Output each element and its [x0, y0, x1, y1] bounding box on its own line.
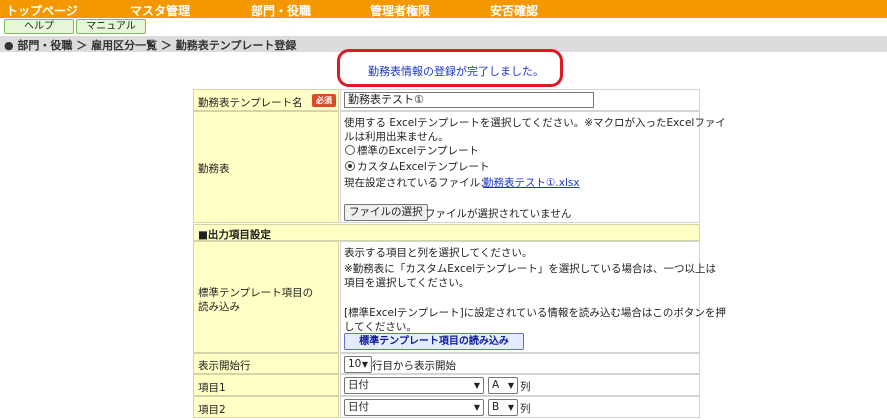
item2-col-suffix: 列 [520, 403, 531, 415]
help-button[interactable]: ヘルプ [4, 19, 74, 34]
breadcrumb-text: ● 部門・役職 ＞ 雇用区分一覧 ＞ 勤務表テンプレート登録 [4, 39, 297, 52]
load-desc-5: してください。 [344, 321, 417, 333]
load-label-1: 標準テンプレート項目の [198, 287, 314, 299]
manual-button[interactable]: マニュアル [76, 19, 146, 34]
load-desc-3: 項目を選択してください。 [344, 277, 470, 289]
item1-label: 項目1 [198, 382, 226, 394]
row-load-template: 標準テンプレート項目の 読み込み 表示する項目と列を選択してください。 ※勤務表… [193, 241, 726, 353]
top-nav: トップページ マスタ管理 部門・役職 管理者権限 安否確認 [0, 0, 887, 18]
chevron-down-icon: ▼ [473, 403, 480, 412]
load-template-button[interactable]: 標準テンプレート項目の読み込み [344, 333, 524, 350]
sheet-desc-2: ルは利用出来ません。 [344, 131, 449, 143]
no-file-text: ファイルが選択されていません [425, 208, 572, 220]
load-desc-4: [標準Excelテンプレート]に設定されている情報を読み込む場合はこのボタンを押 [344, 307, 726, 319]
load-desc-1: 表示する項目と列を選択してください。 [344, 247, 533, 259]
row-item-2: 項目2 日付 ▼ B ▼ 列 [193, 396, 700, 418]
load-label-2: 読み込み [198, 301, 240, 313]
template-name-label: 勤務表テンプレート名 [198, 97, 303, 109]
start-row-suffix: 行目から表示開始 [372, 360, 456, 372]
sub-toolbar: ヘルプ マニュアル [0, 18, 887, 35]
nav-admin[interactable]: 管理者権限 [370, 2, 430, 19]
radio-custom[interactable] [345, 161, 355, 171]
completion-message: 勤務表情報の登録が完了しました。 [368, 65, 544, 78]
chevron-down-icon: ▼ [507, 403, 514, 412]
item2-select[interactable]: 日付 ▼ [344, 399, 484, 416]
item1-col-suffix: 列 [520, 381, 531, 393]
sheet-desc-1: 使用する Excelテンプレートを選択してください。※マクロが入ったExcelフ… [344, 117, 726, 129]
current-file-label: 現在設定されているファイル： [344, 177, 491, 189]
radio-standard[interactable] [345, 145, 355, 155]
row-template-name: 勤務表テンプレート名 必須 勤務表テスト① [193, 89, 700, 111]
nav-master[interactable]: マスタ管理 [130, 2, 190, 19]
row-item-1: 項目1 日付 ▼ A ▼ 列 [193, 374, 700, 396]
item1-column-select[interactable]: A ▼ [488, 377, 518, 394]
load-desc-2: ※勤務表に「カスタムExcelテンプレート」を選択している場合は、一つ以上は [344, 263, 716, 275]
nav-top-page[interactable]: トップページ [6, 2, 78, 19]
radio-custom-label: カスタムExcelテンプレート [357, 161, 490, 173]
sheet-label: 勤務表 [198, 163, 230, 175]
required-badge: 必須 [312, 94, 336, 107]
nav-department[interactable]: 部門・役職 [251, 2, 311, 19]
current-file-link[interactable]: 勤務表テスト①.xlsx [483, 175, 580, 190]
radio-standard-label: 標準のExcelテンプレート [357, 145, 479, 157]
row-sheet: 勤務表 使用する Excelテンプレートを選択してください。※マクロが入ったEx… [193, 111, 726, 223]
item2-column-select[interactable]: B ▼ [488, 399, 518, 416]
section-output-settings: ■出力項目設定 [193, 224, 700, 241]
section-output-title: ■出力項目設定 [198, 229, 271, 241]
chevron-down-icon: ▼ [361, 360, 368, 369]
start-row-label: 表示開始行 [198, 360, 251, 372]
row-start-row: 表示開始行 10 ▼ 行目から表示開始 [193, 353, 700, 374]
chevron-down-icon: ▼ [507, 381, 514, 390]
choose-file-button[interactable]: ファイルの選択 [344, 204, 428, 221]
start-row-select[interactable]: 10 ▼ [344, 356, 372, 373]
nav-safety[interactable]: 安否確認 [490, 2, 538, 19]
item2-label: 項目2 [198, 404, 226, 416]
template-name-input[interactable]: 勤務表テスト① [344, 92, 594, 108]
chevron-down-icon: ▼ [473, 381, 480, 390]
item1-select[interactable]: 日付 ▼ [344, 377, 484, 394]
